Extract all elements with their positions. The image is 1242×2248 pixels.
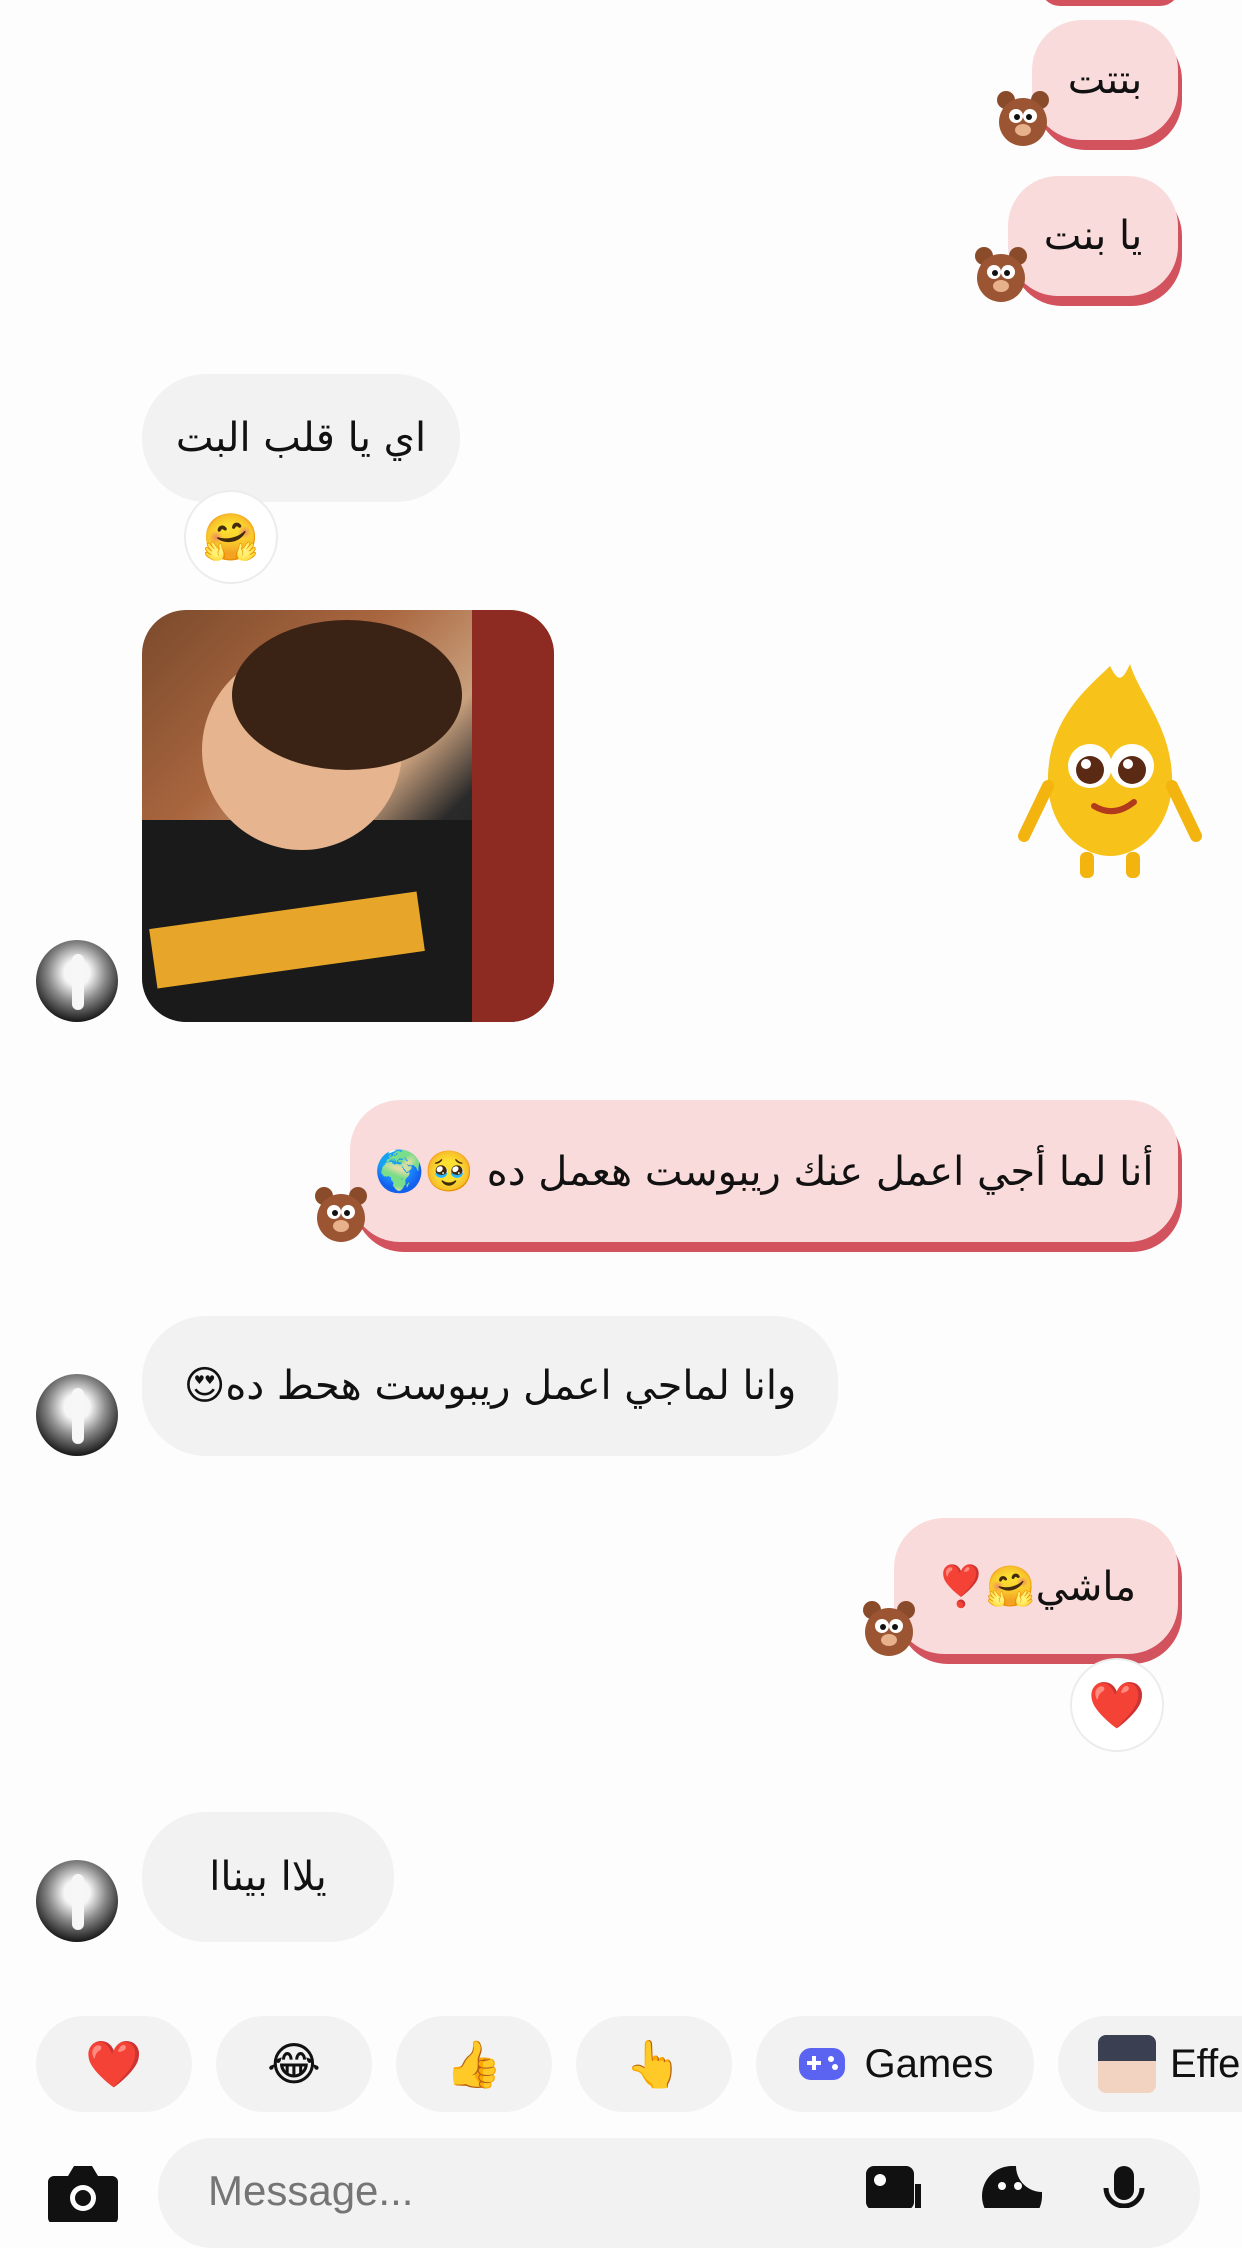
laughing-emoji-icon: 😂 <box>267 2037 321 2091</box>
outgoing-message[interactable]: ماشي🤗❣️ <box>894 1518 1178 1654</box>
effects-button[interactable]: Effe <box>1058 2016 1242 2112</box>
hug-emoji-icon: 🤗 <box>202 509 260 564</box>
gallery-icon[interactable] <box>864 2164 928 2208</box>
outgoing-message[interactable]: بتتت <box>1032 20 1178 140</box>
quick-reply-laugh[interactable]: 😂 <box>216 2016 372 2112</box>
point-up-emoji-icon: 👆 <box>625 2036 683 2091</box>
bear-sticker-icon <box>997 91 1049 146</box>
thumbs-up-emoji-icon: 👍 <box>445 2036 503 2091</box>
contact-avatar[interactable] <box>36 1860 118 1942</box>
contact-avatar[interactable] <box>36 1374 118 1456</box>
message-input[interactable] <box>206 2150 830 2232</box>
message-text: وانا لماجي اعمل ريبوست هحط ده😍 <box>183 1363 797 1409</box>
avatar-figure <box>72 954 84 1010</box>
message-text: ماشي🤗❣️ <box>935 1563 1137 1610</box>
message-text: بتتت <box>1067 57 1143 103</box>
message-text: أنا لما أجي اعمل عنك ريبوست هعمل ده 🥹🌍 <box>374 1148 1154 1195</box>
contact-avatar[interactable] <box>36 940 118 1022</box>
quick-reply-point-up[interactable]: 👆 <box>576 2016 732 2112</box>
heart-emoji-icon: ❤️ <box>85 2036 143 2091</box>
message-text: يا بنت <box>1043 213 1143 259</box>
message-reaction[interactable]: ❤️ <box>1070 1658 1164 1752</box>
effects-label: Effe <box>1170 2041 1241 2086</box>
message-text: اي يا قلب البت <box>175 415 427 461</box>
quick-reply-heart[interactable]: ❤️ <box>36 2016 192 2112</box>
avatar-figure <box>72 1388 84 1444</box>
avatar-figure <box>72 1874 84 1930</box>
shared-photo[interactable] <box>142 610 554 1022</box>
bear-sticker-icon <box>975 247 1027 302</box>
quick-reply-thumbs-up[interactable]: 👍 <box>396 2016 552 2112</box>
message-text: يلاا بيناا <box>209 1854 327 1900</box>
gamepad-icon <box>798 2048 845 2080</box>
sticker-icon[interactable] <box>980 2164 1044 2208</box>
message-reaction[interactable]: 🤗 <box>184 490 278 584</box>
games-label: Games <box>864 2041 994 2086</box>
incoming-message[interactable]: يلاا بيناا <box>142 1812 394 1942</box>
microphone-icon[interactable] <box>1100 2164 1148 2208</box>
photo-background <box>472 610 554 1022</box>
bear-sticker-icon <box>863 1601 915 1656</box>
heart-emoji-icon: ❤️ <box>1088 1677 1146 1732</box>
yellow-character-sticker[interactable] <box>1010 656 1210 882</box>
incoming-message[interactable]: وانا لماجي اعمل ريبوست هحط ده😍 <box>142 1316 838 1456</box>
camera-icon[interactable] <box>46 2162 120 2222</box>
games-button[interactable]: Games <box>756 2016 1034 2112</box>
outgoing-message[interactable]: يا بنت <box>1008 176 1178 296</box>
incoming-message[interactable]: اي يا قلب البت <box>142 374 460 502</box>
previous-message-edge <box>1040 0 1180 6</box>
bear-sticker-icon <box>315 1187 367 1242</box>
photo-hair <box>232 620 462 770</box>
outgoing-message[interactable]: أنا لما أجي اعمل عنك ريبوست هعمل ده 🥹🌍 <box>350 1100 1178 1242</box>
effects-thumbnail-icon <box>1098 2035 1156 2093</box>
